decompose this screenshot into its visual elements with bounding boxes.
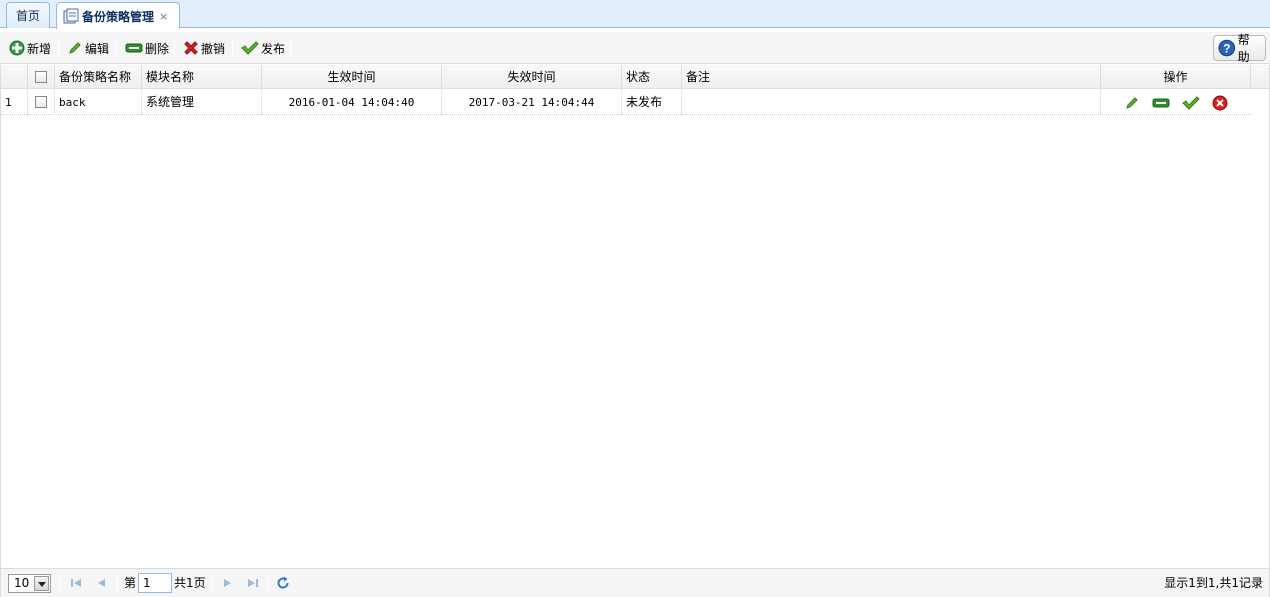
data-grid: 备份策略名称 模块名称 生效时间 失效时间 状态 备注 操作 1 back 系统… [0, 65, 1270, 568]
delete-button-label: 删除 [145, 41, 170, 56]
revoke-button-label: 撤销 [201, 41, 226, 56]
edit-button-label: 编辑 [85, 41, 110, 56]
add-icon [9, 40, 25, 56]
header-policy-name[interactable]: 备份策略名称 [55, 65, 142, 89]
publish-icon [241, 41, 259, 55]
tab-backup-policy[interactable]: 备份策略管理 × [56, 2, 180, 29]
add-button[interactable]: 新增 [5, 36, 55, 60]
revoke-icon [184, 41, 198, 55]
tab-page-icon [63, 8, 79, 24]
toolbar: 新增 编辑 删除 撤销 发布 ? 帮助 [0, 32, 1270, 64]
row-delete-icon[interactable] [1152, 95, 1170, 111]
header-expire-time[interactable]: 失效时间 [442, 65, 622, 89]
header-status[interactable]: 状态 [622, 65, 682, 89]
tab-close-icon[interactable]: × [159, 10, 168, 23]
header-actions: 操作 [1101, 65, 1251, 89]
delete-icon [125, 43, 143, 53]
header-select-all[interactable] [28, 65, 55, 89]
cell-effective-time: 2016-01-04 14:04:40 [262, 90, 442, 115]
page-size-value: 10 [14, 576, 30, 590]
tab-home[interactable]: 首页 [6, 2, 50, 28]
prev-page-icon[interactable] [95, 576, 109, 590]
add-button-label: 新增 [27, 41, 52, 56]
edit-button[interactable]: 编辑 [63, 36, 113, 60]
page-size-select[interactable]: 10 [8, 574, 51, 593]
row-checkbox-cell[interactable] [28, 90, 55, 115]
publish-button-label: 发布 [261, 41, 286, 56]
cell-module-name: 系统管理 [142, 90, 262, 115]
pager-divider [211, 574, 212, 593]
cell-expire-time: 2017-03-21 14:04:44 [442, 90, 622, 115]
next-page-icon[interactable] [220, 576, 234, 590]
header-rownum [1, 65, 28, 89]
cell-policy-name: back [55, 90, 142, 115]
cell-remark [682, 90, 1101, 115]
delete-button[interactable]: 删除 [121, 36, 173, 60]
tab-home-label: 首页 [15, 9, 40, 23]
refresh-icon[interactable] [276, 576, 290, 590]
row-checkbox[interactable] [35, 95, 47, 108]
toolbar-divider [174, 37, 175, 59]
last-page-icon[interactable] [246, 576, 260, 590]
pager-divider [60, 574, 61, 593]
toolbar-divider [232, 37, 233, 59]
revoke-button[interactable]: 撤销 [179, 36, 229, 60]
chevron-down-icon[interactable] [34, 576, 49, 591]
header-remark[interactable]: 备注 [682, 65, 1101, 89]
page-total: 共1页 [174, 576, 206, 590]
toolbar-divider [290, 37, 291, 59]
pager-info: 显示1到1,共1记录 [1164, 576, 1263, 590]
select-all-checkbox[interactable] [35, 70, 47, 83]
header-module-name[interactable]: 模块名称 [142, 65, 262, 89]
pager-divider [267, 574, 268, 593]
row-publish-icon[interactable] [1182, 95, 1200, 111]
toolbar-divider [58, 37, 59, 59]
toolbar-divider [116, 37, 117, 59]
svg-text:?: ? [1223, 42, 1230, 55]
row-revoke-icon[interactable] [1212, 95, 1228, 111]
row-number: 1 [1, 90, 28, 115]
tab-backup-policy-label: 备份策略管理 [82, 9, 155, 24]
cell-actions [1101, 90, 1251, 115]
pager-divider [117, 574, 118, 593]
page-prefix: 第 [124, 576, 137, 590]
first-page-icon[interactable] [69, 576, 83, 590]
cell-status: 未发布 [622, 90, 682, 115]
edit-icon [69, 42, 81, 54]
grid-header: 备份策略名称 模块名称 生效时间 失效时间 状态 备注 操作 [1, 65, 1269, 89]
header-effective-time[interactable]: 生效时间 [262, 65, 442, 89]
help-icon: ? [1218, 39, 1236, 57]
pagination-bar: 10 第 1 共1页 显示1到1,共1记录 [0, 568, 1270, 597]
page-number-input[interactable]: 1 [138, 573, 172, 593]
table-row[interactable]: 1 back 系统管理 2016-01-04 14:04:40 2017-03-… [1, 90, 1251, 115]
tab-bar: 首页 备份策略管理 × [0, 0, 1270, 29]
help-button[interactable]: ? 帮助 [1213, 33, 1266, 64]
help-button-label: 帮助 [1237, 33, 1250, 64]
row-edit-icon[interactable] [1124, 95, 1140, 111]
publish-button[interactable]: 发布 [237, 36, 289, 60]
